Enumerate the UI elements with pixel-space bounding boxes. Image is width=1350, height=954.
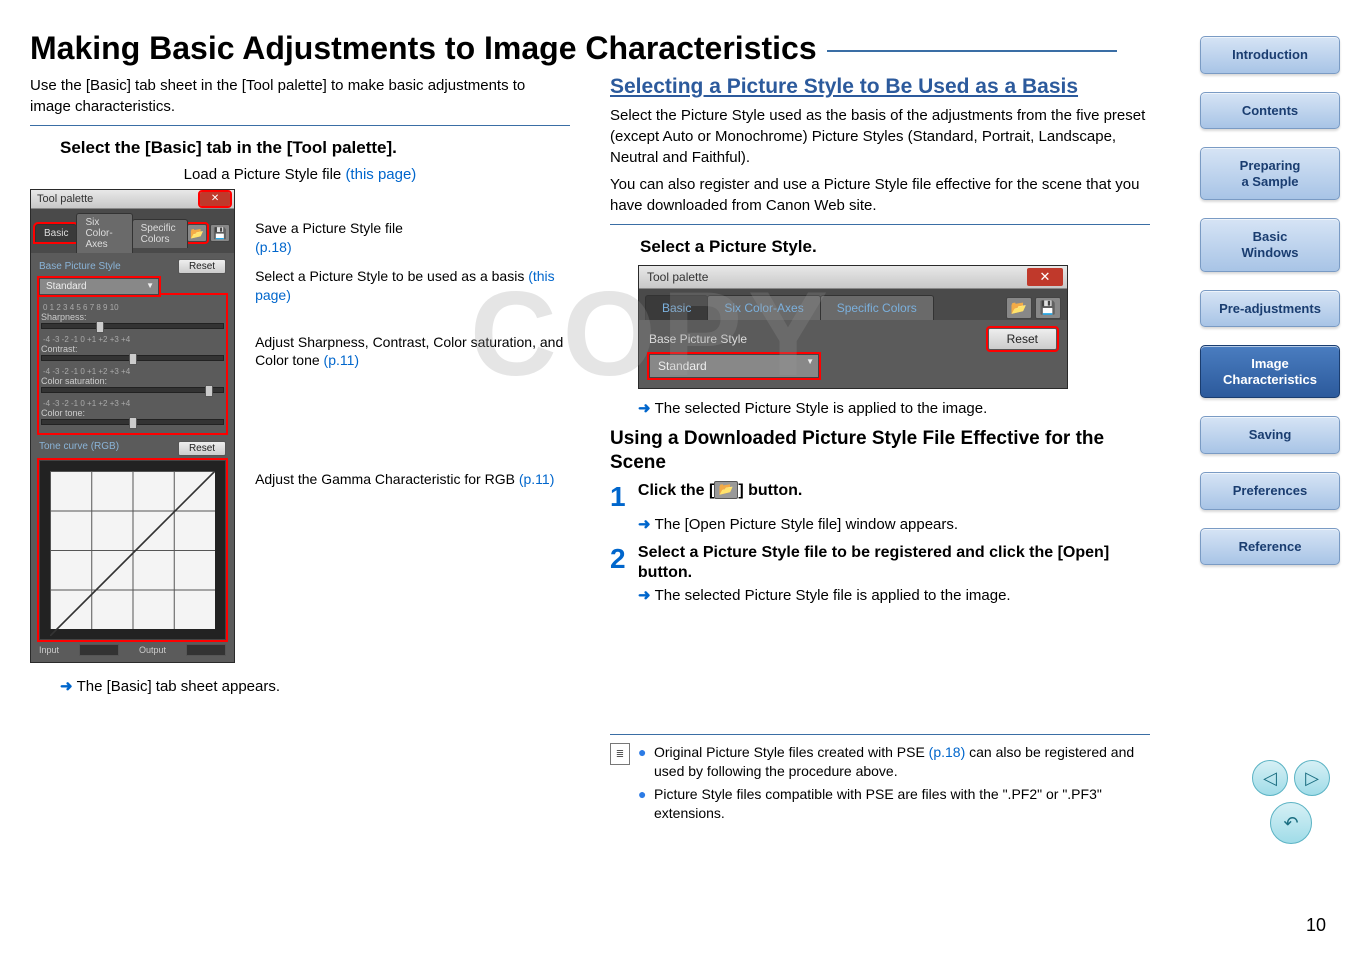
separator xyxy=(30,125,570,126)
callout-save: Save a Picture Style file xyxy=(255,220,403,236)
step-2-number: 2 xyxy=(610,543,634,575)
nav-basic-windows[interactable]: Basic Windows xyxy=(1200,218,1340,271)
base-label-small: Base Picture Style xyxy=(649,332,747,346)
input-value xyxy=(79,644,119,656)
nav-contents[interactable]: Contents xyxy=(1200,92,1340,130)
notes-box: ≣ Original Picture Style files created w… xyxy=(610,734,1150,827)
tab-six-small[interactable]: Six Color-Axes xyxy=(707,295,820,320)
select-basic-tab-head: Select the [Basic] tab in the [Tool pale… xyxy=(60,138,570,158)
tool-palette-figure-small: Tool palette ✕ Basic Six Color-Axes Spec… xyxy=(638,265,1068,389)
page-number: 10 xyxy=(1306,915,1326,936)
tone-slider[interactable] xyxy=(41,419,224,425)
result-arrow-icon-2: ➜ xyxy=(638,400,651,417)
separator-2 xyxy=(610,224,1150,225)
contrast-slider[interactable] xyxy=(41,355,224,361)
nav-saving[interactable]: Saving xyxy=(1200,416,1340,454)
open-file-icon-small[interactable]: 📂 xyxy=(1006,297,1032,319)
page-nav-controls: ◁ ▷ ↶ xyxy=(1252,760,1330,844)
tool-palette-figure: Tool palette ✕ Basic Six Color-Axes Spec… xyxy=(30,189,235,663)
nav-image-characteristics[interactable]: Image Characteristics xyxy=(1200,345,1340,398)
basic-tab-result: The [Basic] tab sheet appears. xyxy=(77,678,280,695)
nav-preferences[interactable]: Preferences xyxy=(1200,472,1340,510)
tone-label: Color tone: xyxy=(41,408,85,418)
sharpness-slider[interactable] xyxy=(41,323,224,329)
step1-result: The [Open Picture Style file] window app… xyxy=(655,516,959,533)
callout-adjust: Adjust Sharpness, Contrast, Color satura… xyxy=(255,334,563,369)
note-1: Original Picture Style files created wit… xyxy=(638,743,1150,781)
right-column: Selecting a Picture Style to Be Used as … xyxy=(610,75,1150,827)
close-icon[interactable]: ✕ xyxy=(200,192,230,206)
result-arrow-icon-4: ➜ xyxy=(638,587,651,604)
sharpness-label: Sharpness: xyxy=(41,312,87,322)
load-caption: Load a Picture Style file (this page) xyxy=(30,166,570,183)
next-page-button[interactable]: ▷ xyxy=(1294,760,1330,796)
contrast-label: Contrast: xyxy=(41,344,78,354)
saturation-slider[interactable] xyxy=(41,387,224,393)
select-style-p2: You can also register and use a Picture … xyxy=(610,174,1150,216)
note-icon: ≣ xyxy=(610,743,630,765)
input-label: Input xyxy=(39,645,59,655)
result-arrow-icon: ➜ xyxy=(60,678,73,695)
sidebar-nav: Introduction Contents Preparing a Sample… xyxy=(1200,36,1340,565)
step2-text: Select a Picture Style file to be regist… xyxy=(638,543,1138,585)
tab-specific-colors[interactable]: Specific Colors xyxy=(132,219,188,248)
saturation-label: Color saturation: xyxy=(41,376,107,386)
tab-basic-small[interactable]: Basic xyxy=(645,295,708,320)
nav-reference[interactable]: Reference xyxy=(1200,528,1340,566)
step-1-number: 1 xyxy=(610,481,634,513)
style-applied-result: The selected Picture Style is applied to… xyxy=(655,400,988,417)
tone-curve-label: Tone curve (RGB) xyxy=(39,441,119,456)
tone-reset-button[interactable]: Reset xyxy=(178,441,226,456)
callout-select-basis: Select a Picture Style to be used as a b… xyxy=(255,268,528,284)
base-picture-style-dropdown[interactable]: Standard xyxy=(39,278,159,295)
tab-basic[interactable]: Basic xyxy=(35,224,77,242)
intro-text: Use the [Basic] tab sheet in the [Tool p… xyxy=(30,75,570,117)
output-label: Output xyxy=(139,645,166,655)
left-column: Use the [Basic] tab sheet in the [Tool p… xyxy=(30,75,570,827)
this-page-link[interactable]: (this page) xyxy=(345,166,416,183)
nav-preparing-sample[interactable]: Preparing a Sample xyxy=(1200,147,1340,200)
reset-button[interactable]: Reset xyxy=(178,259,226,274)
step-2: 2 Select a Picture Style file to be regi… xyxy=(610,543,1150,585)
tab-six-color-axes[interactable]: Six Color-Axes xyxy=(76,213,132,253)
prev-page-button[interactable]: ◁ xyxy=(1252,760,1288,796)
base-dropdown-small[interactable]: Standard xyxy=(649,354,819,378)
reset-button-small[interactable]: Reset xyxy=(988,328,1057,350)
select-picture-style-head: Select a Picture Style. xyxy=(640,237,1150,257)
nav-introduction[interactable]: Introduction xyxy=(1200,36,1340,74)
palette-titlebar-small: Tool palette ✕ xyxy=(639,266,1067,289)
step2-result: The selected Picture Style file is appli… xyxy=(655,587,1011,604)
p18-link[interactable]: (p.18) xyxy=(255,239,292,255)
base-picture-style-label: Base Picture Style xyxy=(39,261,121,272)
open-icon-inline: 📂 xyxy=(714,481,738,499)
selecting-style-heading: Selecting a Picture Style to Be Used as … xyxy=(610,75,1150,99)
tab-specific-small[interactable]: Specific Colors xyxy=(820,295,934,320)
tone-curve[interactable] xyxy=(39,460,226,640)
save-file-icon[interactable]: 💾 xyxy=(210,224,230,242)
page-content: Making Basic Adjustments to Image Charac… xyxy=(0,0,1180,847)
select-style-p1: Select the Picture Style used as the bas… xyxy=(610,105,1150,168)
p11-link-2[interactable]: (p.11) xyxy=(519,471,555,487)
nav-pre-adjustments[interactable]: Pre-adjustments xyxy=(1200,290,1340,328)
downloaded-style-heading: Using a Downloaded Picture Style File Ef… xyxy=(610,427,1150,475)
back-button[interactable]: ↶ xyxy=(1270,802,1312,844)
result-arrow-icon-3: ➜ xyxy=(638,516,651,533)
close-icon-small[interactable]: ✕ xyxy=(1027,268,1063,286)
p18-link-2[interactable]: (p.18) xyxy=(929,744,966,760)
callouts: Save a Picture Style file (p.18) Select … xyxy=(255,189,570,517)
p11-link-1[interactable]: (p.11) xyxy=(324,352,360,368)
save-file-icon-small[interactable]: 💾 xyxy=(1035,297,1061,319)
sliders-block: 0 1 2 3 4 5 6 7 8 9 10 Sharpness: -4 -3 … xyxy=(39,295,226,433)
note-2: Picture Style files compatible with PSE … xyxy=(638,785,1150,823)
callout-gamma: Adjust the Gamma Characteristic for RGB xyxy=(255,471,519,487)
palette-titlebar: Tool palette ✕ xyxy=(31,190,234,209)
page-title: Making Basic Adjustments to Image Charac… xyxy=(30,30,1150,67)
open-file-icon[interactable]: 📂 xyxy=(187,224,207,242)
step-1: 1 Click the [📂] button. xyxy=(610,481,1150,513)
output-value xyxy=(186,644,226,656)
